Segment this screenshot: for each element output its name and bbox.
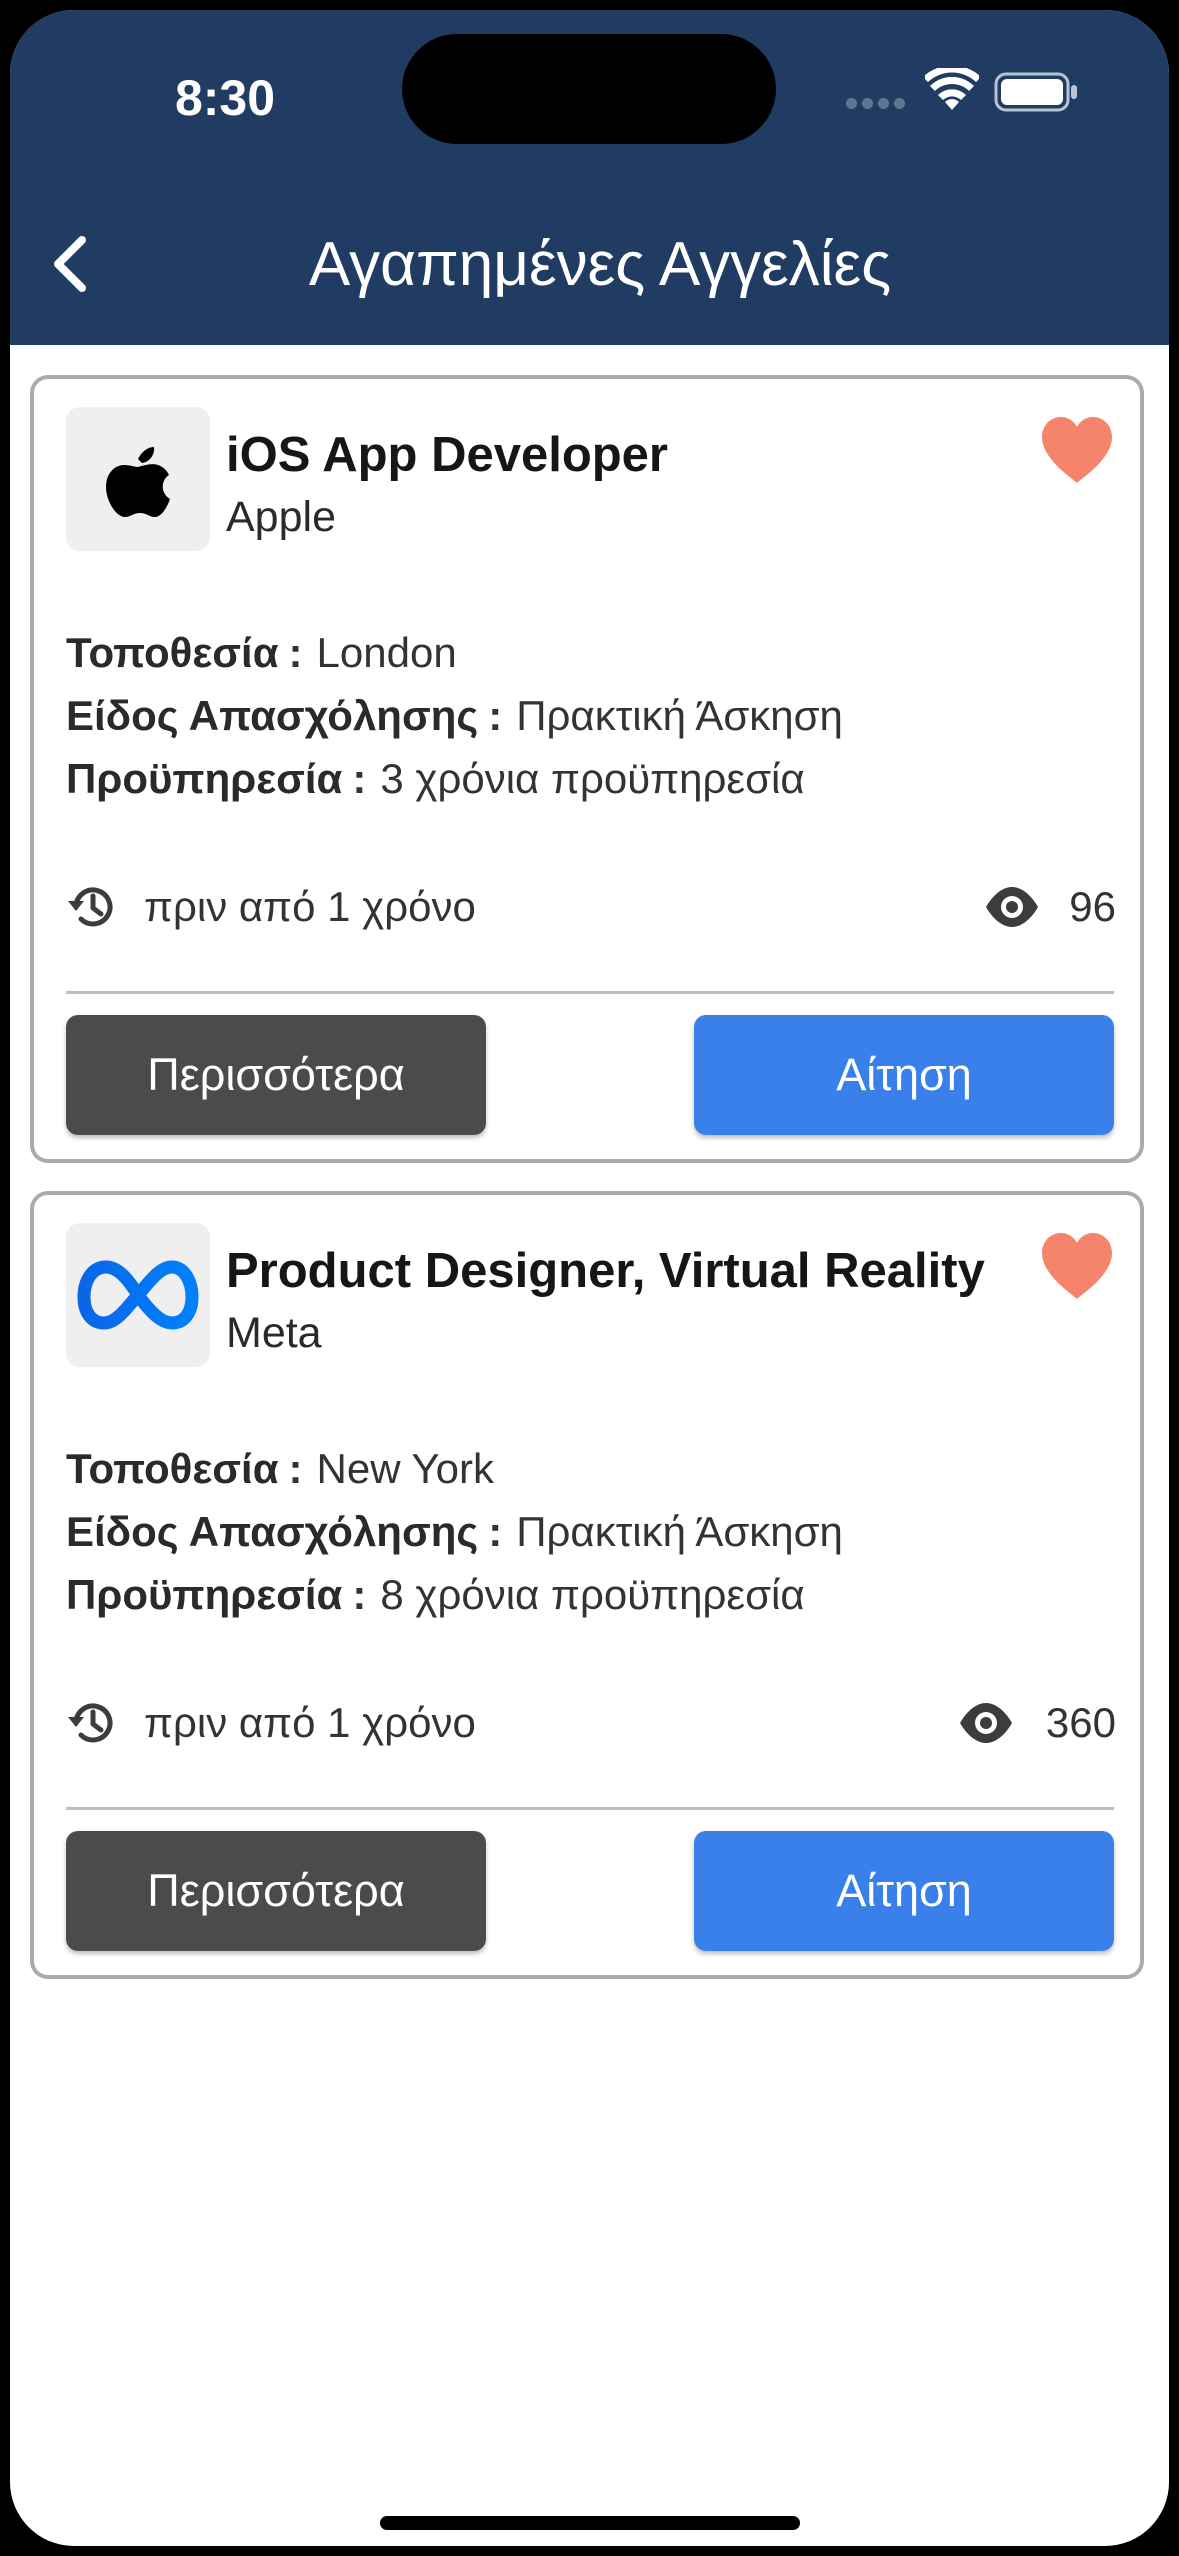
history-icon (68, 1703, 113, 1743)
eye-icon (960, 1703, 1012, 1743)
meta-logo-icon (77, 1260, 199, 1330)
experience-row: Προϋπηρεσία:3 χρόνια προϋπηρεσία (66, 750, 1066, 808)
more-button[interactable]: Περισσότερα (66, 1831, 486, 1951)
apple-logo-icon (106, 447, 170, 517)
screen: 8:30 Αγαπημένες Αγγελίες iOS App Develop… (10, 10, 1169, 2546)
phone-frame: 8:30 Αγαπημένες Αγγελίες iOS App Develop… (0, 0, 1179, 2556)
experience-label: Προϋπηρεσία (66, 1571, 343, 1618)
posted-time: πριν από 1 χρόνο (144, 883, 476, 930)
company-name: Meta (226, 1309, 322, 1357)
divider (66, 1807, 1114, 1810)
home-indicator[interactable] (380, 2516, 800, 2530)
company-logo (66, 1223, 210, 1367)
separator: : (488, 692, 503, 739)
job-meta-row: πριν από 1 χρόνο 360 (66, 1688, 1116, 1758)
separator: : (488, 1508, 503, 1555)
employment-type-label: Είδος Απασχόλησης (66, 692, 479, 739)
apply-button[interactable]: Αίτηση (694, 1015, 1114, 1135)
heart-icon[interactable] (1038, 1231, 1116, 1301)
cellular-signal-icon (846, 98, 906, 112)
heart-icon[interactable] (1038, 415, 1116, 485)
employment-type-value: Πρακτική Άσκηση (516, 692, 843, 739)
employment-type-value: Πρακτική Άσκηση (516, 1508, 843, 1555)
eye-icon (986, 887, 1038, 927)
location-value: New York (316, 1445, 494, 1492)
page-title: Αγαπημένες Αγγελίες (308, 230, 892, 299)
experience-value: 3 χρόνια προϋπηρεσία (380, 755, 805, 802)
employment-type-row: Είδος Απασχόλησης: Πρακτική Άσκηση (66, 1503, 1066, 1561)
company-name: Apple (226, 493, 336, 541)
apply-button[interactable]: Αίτηση (694, 1831, 1114, 1951)
location-row: Τοποθεσία: New York (66, 1440, 1066, 1498)
back-chevron-icon[interactable] (40, 218, 110, 308)
location-label: Τοποθεσία (66, 629, 279, 676)
dynamic-island (402, 34, 776, 144)
status-time: 8:30 (174, 70, 276, 126)
job-title[interactable]: Product Designer, Virtual Reality (226, 1239, 1026, 1303)
job-card: Product Designer, Virtual Reality Meta Τ… (30, 1191, 1144, 1979)
experience-row: Προϋπηρεσία:8 χρόνια προϋπηρεσία (66, 1566, 1066, 1624)
company-logo (66, 407, 210, 551)
location-row: Τοποθεσία: London (66, 624, 1066, 682)
view-count: 360 (1045, 1699, 1116, 1746)
employment-type-label: Είδος Απασχόλησης (66, 1508, 479, 1555)
experience-label: Προϋπηρεσία (66, 755, 343, 802)
divider (66, 991, 1114, 994)
separator: : (288, 629, 303, 676)
job-meta-row: πριν από 1 χρόνο 96 (66, 872, 1116, 942)
separator: : (352, 755, 367, 802)
history-icon (68, 887, 113, 927)
job-title[interactable]: iOS App Developer (226, 423, 1026, 487)
posted-time: πριν από 1 χρόνο (144, 1699, 476, 1746)
separator: : (288, 1445, 303, 1492)
experience-value: 8 χρόνια προϋπηρεσία (380, 1571, 805, 1618)
separator: : (352, 1571, 367, 1618)
location-label: Τοποθεσία (66, 1445, 279, 1492)
more-button[interactable]: Περισσότερα (66, 1015, 486, 1135)
employment-type-row: Είδος Απασχόλησης: Πρακτική Άσκηση (66, 687, 1066, 745)
battery-icon (994, 72, 1077, 112)
location-value: London (316, 629, 457, 676)
wifi-icon (925, 68, 979, 110)
job-card: iOS App Developer Apple Τοποθεσία: London… (30, 375, 1144, 1163)
app-header: 8:30 Αγαπημένες Αγγελίες (10, 10, 1169, 345)
view-count: 96 (1069, 883, 1116, 930)
